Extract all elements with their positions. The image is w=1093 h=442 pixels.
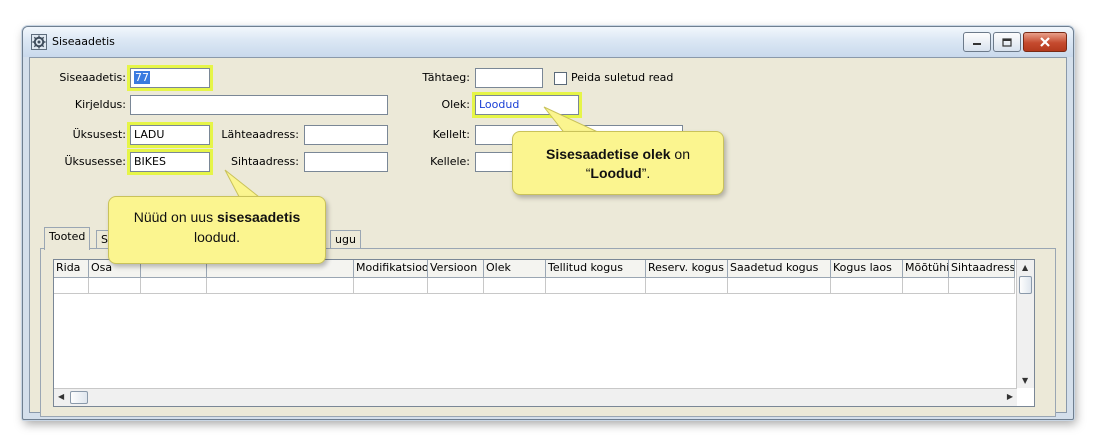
- siseaadetis-label: Siseaadetis:: [59, 71, 126, 84]
- close-button[interactable]: [1023, 32, 1067, 52]
- app-gear-icon: [31, 34, 47, 50]
- kirjeldus-field[interactable]: [130, 95, 388, 115]
- callout-left-text-2: loodud.: [194, 229, 240, 245]
- tab-tooted[interactable]: Tooted: [44, 227, 91, 250]
- col-header-rida[interactable]: Rida: [54, 260, 89, 278]
- cell[interactable]: [207, 278, 354, 294]
- tahtaeg-label: Tähtaeg:: [422, 71, 470, 84]
- cell[interactable]: [646, 278, 728, 294]
- col-header-sihtaadress[interactable]: Sihtaadress: [949, 260, 1015, 278]
- horizontal-scroll-thumb[interactable]: [70, 391, 88, 404]
- grid-row[interactable]: [54, 278, 1015, 294]
- callout-right-quote-close: ”.: [641, 165, 651, 181]
- close-icon: [1040, 37, 1050, 47]
- cell[interactable]: [484, 278, 546, 294]
- peida-checkbox[interactable]: [554, 72, 567, 85]
- sihtaadress-label: Sihtaadress:: [230, 155, 299, 168]
- products-grid: Rida Osa Modifikatsioon Versioon Olek Te…: [53, 259, 1035, 407]
- col-header-olek[interactable]: Olek: [484, 260, 546, 278]
- col-header-mootuhik[interactable]: Mõõtühik: [903, 260, 949, 278]
- maximize-icon: [1002, 37, 1012, 47]
- scroll-down-icon[interactable]: ▼: [1022, 376, 1028, 385]
- cell[interactable]: [546, 278, 646, 294]
- scroll-up-icon[interactable]: ▲: [1022, 263, 1028, 272]
- cell[interactable]: [428, 278, 484, 294]
- siseaadetis-value: 77: [134, 71, 150, 84]
- uksusesse-label: Üksusesse:: [64, 155, 126, 168]
- callout-left-text-1: Nüüd on uus: [133, 209, 217, 225]
- tab-ajalugu[interactable]: ugu: [330, 230, 361, 249]
- uksusest-field[interactable]: LADU: [130, 125, 210, 145]
- kirjeldus-label: Kirjeldus:: [74, 98, 126, 111]
- vertical-scrollbar[interactable]: ▲ ▼: [1016, 260, 1034, 388]
- tahtaeg-field[interactable]: [475, 68, 543, 88]
- siseaadetis-field[interactable]: 77: [130, 68, 210, 88]
- minimize-icon: [973, 43, 981, 45]
- cell[interactable]: [89, 278, 141, 294]
- uksusesse-field[interactable]: BIKES: [130, 152, 210, 172]
- cell[interactable]: [728, 278, 831, 294]
- minimize-button[interactable]: [963, 32, 991, 52]
- col-header-reserv-kogus[interactable]: Reserv. kogus: [646, 260, 728, 278]
- col-header-saadetud-kogus[interactable]: Saadetud kogus: [728, 260, 831, 278]
- callout-right-text: on: [670, 146, 690, 162]
- olek-label: Olek:: [441, 98, 470, 111]
- maximize-button[interactable]: [993, 32, 1021, 52]
- cell[interactable]: [141, 278, 207, 294]
- cell[interactable]: [831, 278, 903, 294]
- col-header-modifikatsioon[interactable]: Modifikatsioon: [354, 260, 428, 278]
- scroll-right-icon[interactable]: ▶: [1007, 392, 1013, 401]
- kellele-label: Kellele:: [430, 155, 470, 168]
- cell[interactable]: [903, 278, 949, 294]
- tab-panel: Rida Osa Modifikatsioon Versioon Olek Te…: [40, 248, 1056, 417]
- sihtaadress-field[interactable]: [304, 152, 388, 172]
- title-bar[interactable]: Siseaadetis: [23, 27, 1073, 57]
- cell[interactable]: [949, 278, 1015, 294]
- lahteaadress-field[interactable]: [304, 125, 388, 145]
- kellelt-label: Kellelt:: [432, 128, 470, 141]
- cell[interactable]: [54, 278, 89, 294]
- cell[interactable]: [354, 278, 428, 294]
- callout-left-bold: sisesaadetis: [217, 209, 301, 225]
- peida-label: Peida suletud read: [571, 71, 674, 84]
- scroll-left-icon[interactable]: ◀: [58, 392, 64, 401]
- lahteaadress-label: Lähteaadress:: [221, 128, 299, 141]
- vertical-scroll-thumb[interactable]: [1019, 276, 1032, 294]
- col-header-tellitud-kogus[interactable]: Tellitud kogus: [546, 260, 646, 278]
- col-header-kogus-laos[interactable]: Kogus laos: [831, 260, 903, 278]
- callout-right-bold-2: Loodud: [590, 165, 642, 181]
- uksusest-label: Üksusest:: [72, 128, 126, 141]
- window-title: Siseaadetis: [52, 35, 115, 48]
- callout-right-bold-1: Sisesaadetise olek: [546, 146, 671, 162]
- callout-status: Sisesaadetise olek on “Loodud”.: [512, 131, 724, 195]
- window-controls: [963, 32, 1067, 52]
- col-header-versioon[interactable]: Versioon: [428, 260, 484, 278]
- callout-new-document: Nüüd on uus sisesaadetis loodud.: [108, 196, 326, 264]
- horizontal-scrollbar[interactable]: ◀ ▶: [54, 388, 1017, 406]
